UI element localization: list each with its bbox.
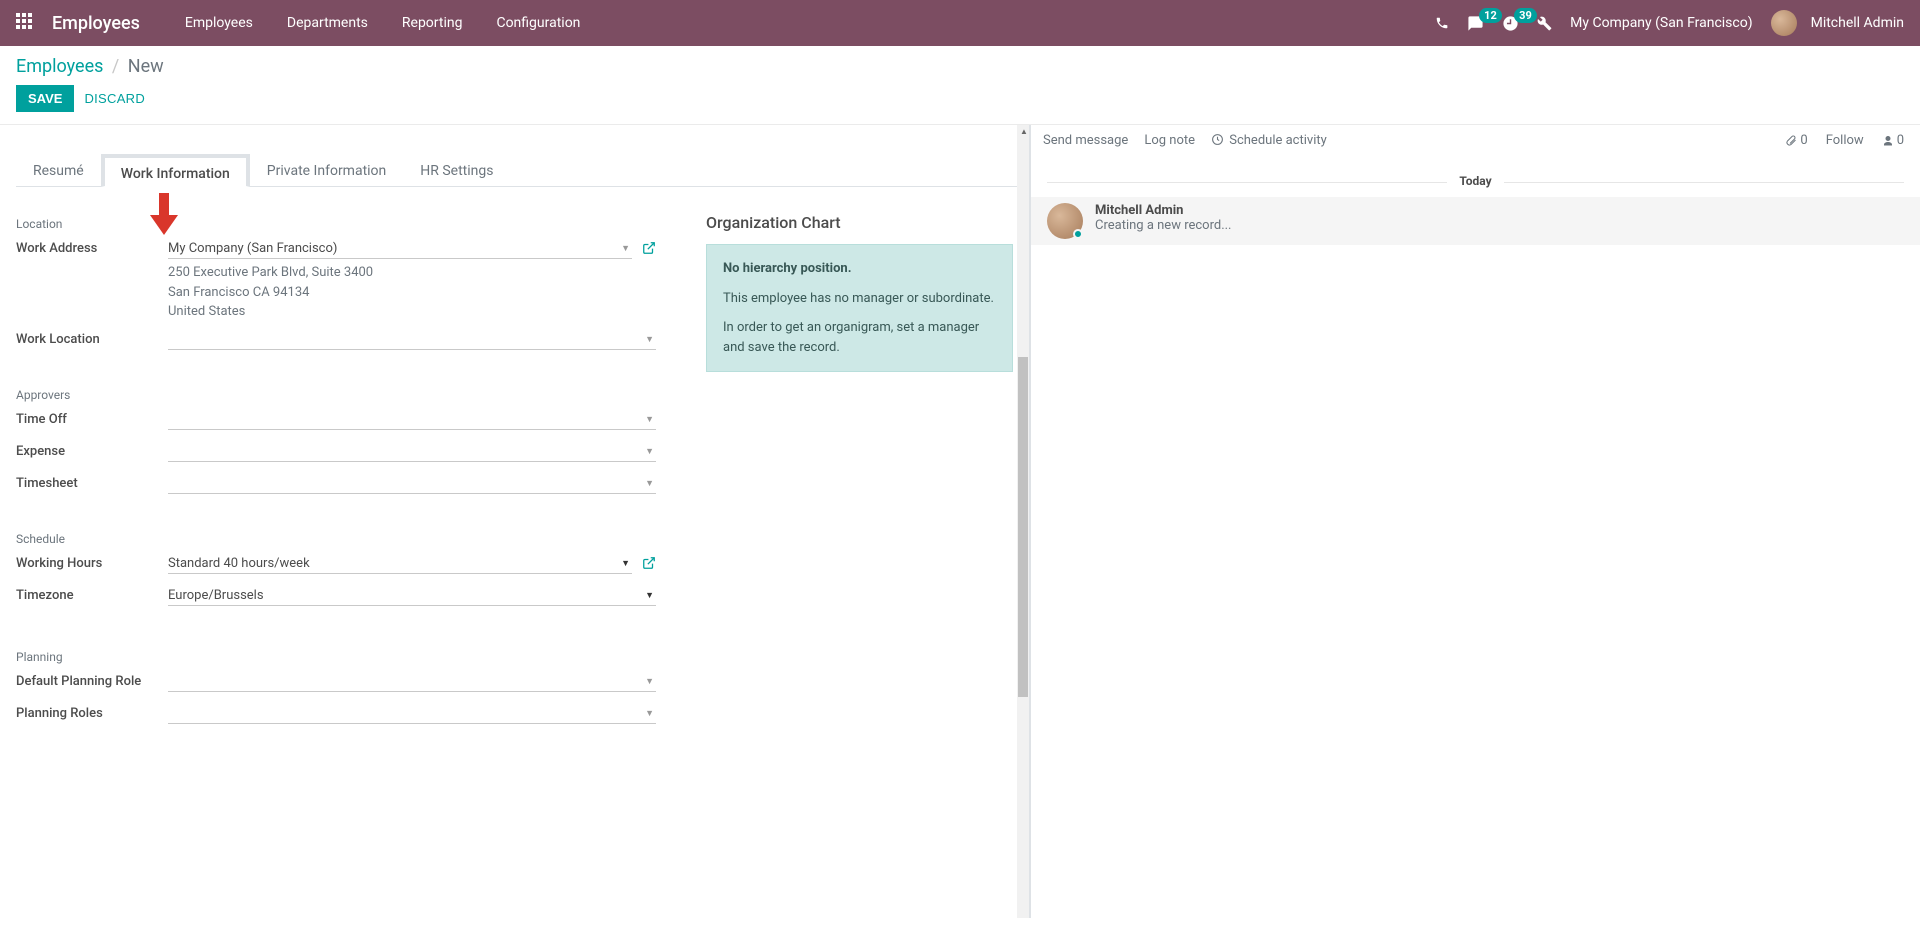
tab-work-information[interactable]: Work Information	[101, 154, 250, 187]
breadcrumb-sep: /	[108, 56, 123, 77]
debug-icon[interactable]	[1537, 16, 1552, 31]
attachments-button[interactable]: 0	[1785, 133, 1807, 148]
followers-button[interactable]: 0	[1882, 133, 1904, 148]
user-menu[interactable]: Mitchell Admin	[1771, 10, 1904, 36]
today-divider: Today	[1031, 174, 1920, 189]
nav-employees[interactable]: Employees	[170, 7, 268, 39]
breadcrumb: Employees / New	[16, 56, 1904, 77]
breadcrumb-root[interactable]: Employees	[16, 56, 103, 77]
section-location: Location	[16, 217, 656, 231]
label-time-off: Time Off	[16, 410, 168, 427]
alert-text-2: In order to get an organigram, set a man…	[723, 318, 996, 357]
label-work-address: Work Address	[16, 239, 168, 256]
section-approvers: Approvers	[16, 388, 656, 402]
chatter: Send message Log note Schedule activity …	[1030, 125, 1920, 918]
message-author: Mitchell Admin	[1095, 203, 1232, 218]
label-timezone: Timezone	[16, 586, 168, 603]
nav-departments[interactable]: Departments	[272, 7, 383, 39]
form-right-column: Organization Chart No hierarchy position…	[706, 205, 1013, 736]
time-off-input[interactable]: ▼	[168, 410, 656, 430]
external-link-icon[interactable]	[642, 239, 656, 255]
tab-resume[interactable]: Resumé	[16, 154, 101, 187]
chevron-down-icon: ▼	[645, 676, 654, 687]
scrollbar[interactable]: ▲	[1017, 125, 1029, 918]
chevron-down-icon: ▼	[645, 334, 654, 345]
phone-icon[interactable]	[1435, 16, 1449, 30]
chatter-topbar: Send message Log note Schedule activity …	[1031, 125, 1920, 156]
online-indicator-icon	[1073, 229, 1083, 239]
working-hours-input[interactable]: Standard 40 hours/week▼	[168, 554, 632, 574]
activities-icon[interactable]: 39	[1502, 15, 1519, 32]
tab-hr-settings[interactable]: HR Settings	[403, 154, 510, 187]
follow-button[interactable]: Follow	[1826, 133, 1864, 148]
label-planning-roles: Planning Roles	[16, 704, 168, 721]
control-panel: Employees / New SAVE DISCARD	[0, 46, 1920, 125]
annotation-arrow-icon	[150, 193, 178, 233]
user-name: Mitchell Admin	[1811, 15, 1904, 31]
avatar	[1047, 203, 1083, 239]
form-left-column: Location Work Address My Company (San Fr…	[16, 205, 656, 736]
scrollbar-thumb[interactable]	[1018, 357, 1028, 697]
org-chart-alert: No hierarchy position. This employee has…	[706, 244, 1013, 372]
nav-links: Employees Departments Reporting Configur…	[170, 7, 596, 39]
message-item: Mitchell Admin Creating a new record...	[1031, 197, 1920, 245]
label-work-location: Work Location	[16, 330, 168, 347]
log-note-button[interactable]: Log note	[1144, 133, 1195, 148]
alert-title: No hierarchy position.	[723, 259, 996, 279]
work-address-input[interactable]: My Company (San Francisco) ▼	[168, 239, 632, 259]
section-planning: Planning	[16, 650, 656, 664]
timezone-input[interactable]: Europe/Brussels▼	[168, 586, 656, 606]
nav-right: 12 39 My Company (San Francisco) Mitchel…	[1435, 10, 1904, 36]
form-sheet: ▲ Resumé Work Information Private Inform…	[0, 125, 1030, 918]
save-button[interactable]: SAVE	[16, 85, 74, 112]
tab-private-information[interactable]: Private Information	[250, 154, 403, 187]
label-expense: Expense	[16, 442, 168, 459]
work-location-input[interactable]: ▼	[168, 330, 656, 350]
activities-badge: 39	[1514, 8, 1537, 23]
chevron-down-icon: ▼	[645, 478, 654, 489]
main-content: ▲ Resumé Work Information Private Inform…	[0, 125, 1920, 918]
section-schedule: Schedule	[16, 532, 656, 546]
chevron-down-icon: ▼	[645, 414, 654, 425]
apps-icon[interactable]	[16, 13, 36, 33]
chevron-down-icon: ▼	[621, 243, 630, 254]
messages-icon[interactable]: 12	[1467, 15, 1484, 32]
navbar: Employees Employees Departments Reportin…	[0, 0, 1920, 46]
message-text: Creating a new record...	[1095, 218, 1232, 233]
discard-button[interactable]: DISCARD	[84, 91, 145, 106]
chevron-down-icon: ▼	[621, 558, 630, 569]
avatar	[1771, 10, 1797, 36]
expense-input[interactable]: ▼	[168, 442, 656, 462]
external-link-icon[interactable]	[642, 554, 656, 570]
chevron-down-icon: ▼	[645, 446, 654, 457]
work-address-value: My Company (San Francisco)	[168, 241, 337, 256]
label-working-hours: Working Hours	[16, 554, 168, 571]
default-planning-role-input[interactable]: ▼	[168, 672, 656, 692]
timesheet-input[interactable]: ▼	[168, 474, 656, 494]
chevron-down-icon: ▼	[645, 590, 654, 601]
app-brand: Employees	[52, 13, 140, 34]
label-default-planning-role: Default Planning Role	[16, 672, 168, 689]
breadcrumb-current: New	[128, 56, 164, 77]
planning-roles-input[interactable]: ▼	[168, 704, 656, 724]
alert-text-1: This employee has no manager or subordin…	[723, 289, 996, 309]
nav-reporting[interactable]: Reporting	[387, 7, 478, 39]
messages-badge: 12	[1479, 8, 1502, 23]
company-selector[interactable]: My Company (San Francisco)	[1570, 15, 1752, 31]
nav-configuration[interactable]: Configuration	[481, 7, 595, 39]
label-timesheet: Timesheet	[16, 474, 168, 491]
schedule-activity-button[interactable]: Schedule activity	[1211, 133, 1327, 148]
send-message-button[interactable]: Send message	[1043, 133, 1128, 148]
org-chart-title: Organization Chart	[706, 213, 1013, 232]
work-address-detail: 250 Executive Park Blvd, Suite 3400 San …	[168, 263, 632, 322]
chevron-down-icon: ▼	[645, 708, 654, 719]
tabs: Resumé Work Information Private Informat…	[16, 153, 1029, 187]
